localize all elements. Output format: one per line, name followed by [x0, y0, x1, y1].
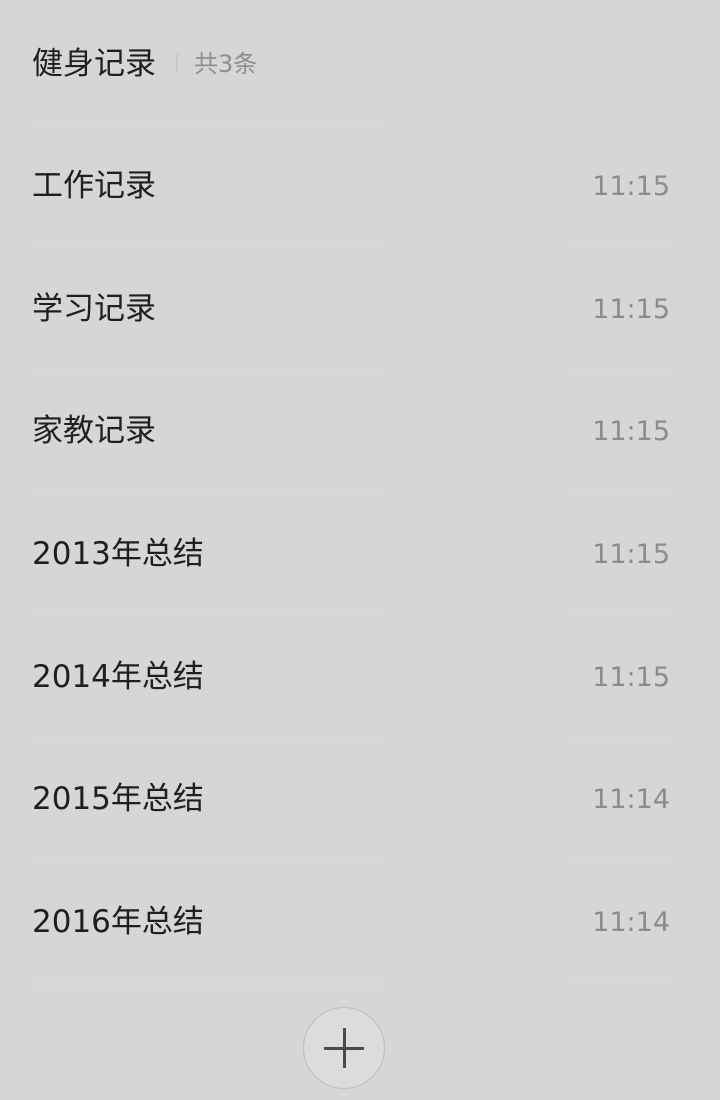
- note-title: 2014年总结: [32, 658, 204, 695]
- note-title: 工作记录: [32, 168, 156, 204]
- header: 健身记录 共3条: [0, 0, 720, 124]
- add-note-button[interactable]: [303, 1007, 385, 1089]
- note-time: 11:15: [592, 293, 670, 325]
- title-separator: [176, 54, 178, 72]
- note-time: 11:15: [592, 171, 670, 202]
- list-item[interactable]: 学习记录 11:15: [0, 247, 720, 370]
- list-bottom-divider: [32, 987, 382, 988]
- list-item[interactable]: 2016年总结 11:14: [0, 860, 720, 983]
- list-item[interactable]: 2013年总结 11:15: [0, 492, 720, 615]
- list-item[interactable]: 家教记录 11:15: [0, 369, 720, 493]
- note-time: 11:15: [592, 539, 670, 571]
- note-title: 2013年总结: [32, 536, 204, 573]
- notes-list: 工作记录 11:15 学习记录 11:15 家教记录 11:15 2013年总结…: [0, 124, 720, 983]
- note-time: 11:14: [592, 784, 670, 816]
- row-divider: [572, 981, 672, 983]
- note-count: 共3条: [194, 50, 258, 78]
- note-time: 11:15: [592, 416, 670, 448]
- note-title: 学习记录: [32, 290, 156, 327]
- plus-icon: [324, 1028, 364, 1068]
- list-item[interactable]: 工作记录 11:15: [0, 124, 720, 247]
- note-time: 11:14: [592, 907, 670, 939]
- list-item[interactable]: 2015年总结 11:14: [0, 737, 720, 861]
- note-title: 2015年总结: [32, 781, 204, 818]
- note-title: 家教记录: [32, 413, 156, 450]
- folder-title[interactable]: 健身记录: [32, 44, 156, 84]
- list-item[interactable]: 2014年总结 11:15: [0, 615, 720, 738]
- row-divider: [32, 981, 382, 983]
- note-time: 11:15: [592, 661, 670, 693]
- note-title: 2016年总结: [32, 904, 204, 941]
